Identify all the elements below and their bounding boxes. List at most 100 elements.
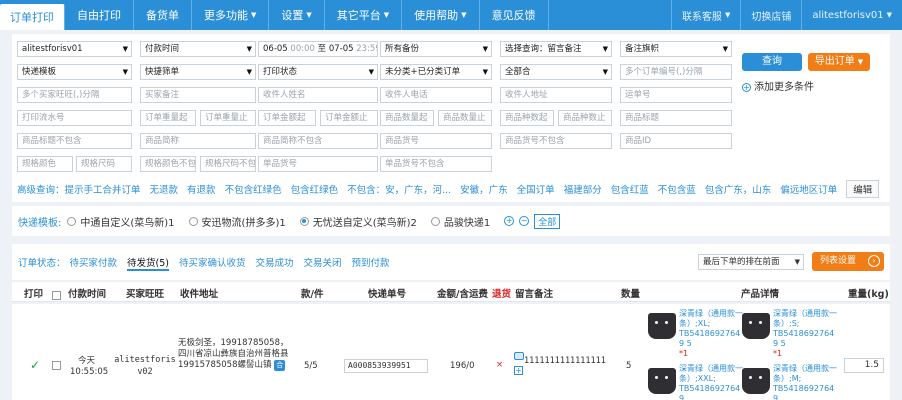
quick-filter-select[interactable]: 快捷筛单 ▼	[140, 64, 256, 80]
add-remark-icon[interactable]: +	[514, 366, 523, 376]
buyer-message: 1111111111111111	[524, 356, 606, 366]
quantity-to-input[interactable]: 商品数量止	[438, 110, 492, 126]
advanced-link[interactable]: 不包含蓝	[658, 182, 696, 196]
message-icon[interactable]	[514, 352, 524, 363]
advanced-link[interactable]: 包含红蓝	[611, 182, 649, 196]
express-option[interactable]: 中通自定义(菜鸟新)1	[67, 214, 175, 229]
row-checkbox[interactable]	[52, 361, 61, 373]
nav-more-functions[interactable]: 更多功能 ▼	[192, 0, 270, 30]
status-tab[interactable]: 交易关闭	[304, 255, 342, 271]
express-option[interactable]: 品骏快递1	[430, 214, 490, 229]
status-tab[interactable]: 交易成功	[256, 255, 294, 271]
add-more-conditions-link[interactable]: + 添加更多条件	[742, 78, 814, 93]
spec-size-exclude-input[interactable]: 规格尺码不包	[200, 156, 256, 172]
product-item[interactable]: 深青绿（通用款一条）;S; TB54186927649 5 *1	[742, 309, 838, 358]
product-code-input[interactable]: 商品货号	[380, 133, 492, 149]
product-code-exclude-input[interactable]: 商品货号不包含	[500, 133, 612, 149]
header-return: 退货	[492, 289, 512, 300]
spec-size-input[interactable]: 规格尺码	[76, 156, 132, 172]
spec-color-exclude-input[interactable]: 规格颜色不包	[140, 156, 196, 172]
sku-code-exclude-input[interactable]: 单品货号不包含	[380, 156, 492, 172]
nav-order-print[interactable]: 订单打印	[0, 4, 65, 30]
status-tab[interactable]: 待买家确认收货	[179, 255, 246, 271]
nav-account[interactable]: alitestforisv01 ▼	[801, 0, 902, 30]
nav-settings[interactable]: 设置 ▼	[269, 0, 325, 30]
advanced-link[interactable]: 福建部分	[564, 182, 602, 196]
product-id-input[interactable]: 商品ID	[620, 133, 732, 149]
tracking-number-input[interactable]: A000853939951	[344, 359, 428, 373]
status-tab[interactable]: 预到付款	[352, 255, 390, 271]
list-settings-button[interactable]: 列表设置 ›	[812, 252, 884, 271]
express-template-select[interactable]: 快递模板 ▼	[17, 64, 132, 80]
export-orders-button[interactable]: 导出订单 ▼	[808, 53, 870, 71]
buyer-remark-input[interactable]: 买家备注	[140, 87, 256, 103]
short-name-input[interactable]: 商品简称	[140, 133, 256, 149]
nav-switch-shop[interactable]: 切换店铺	[740, 0, 801, 30]
advanced-link[interactable]: 无退款	[150, 182, 179, 196]
weight-input[interactable]: 1.5	[844, 358, 884, 373]
chevron-down-icon: ▼	[722, 45, 728, 53]
amount-from-input[interactable]: 订单金额起	[258, 110, 316, 126]
recipient-phone-input[interactable]: 收件人电话	[380, 87, 492, 103]
remark-flag-select[interactable]: 备注旗帜 ▼	[620, 41, 732, 57]
nav-stock-list[interactable]: 备货单	[134, 0, 192, 30]
product-item[interactable]: 深青绿（通用款一条）;XL; TB54186927649 5 *1	[648, 309, 744, 358]
weight-to-input[interactable]: 订单重量止	[200, 110, 256, 126]
buyer-id-input[interactable]: 多个买家旺旺(,)分隔	[17, 87, 132, 103]
all-templates-button[interactable]: 全部	[534, 213, 561, 229]
table-row[interactable]: ✓ 今天 10:55:05 alitestforisv02 无极剑圣，19918…	[12, 304, 890, 400]
add-template-icon[interactable]: +	[504, 216, 515, 226]
header-address: 收件地址	[180, 289, 219, 300]
nav-free-print[interactable]: 自由打印	[65, 0, 134, 30]
date-range-input[interactable]: 06-05 00:00 至 07-05 23:59	[258, 41, 378, 57]
nav-help[interactable]: 使用帮助 ▼	[402, 0, 480, 30]
product-item[interactable]: 深青绿（通用款一条）;XXL; TB54186927649	[648, 364, 744, 400]
status-tab-active[interactable]: 待发货(5)	[127, 255, 169, 271]
kinds-to-input[interactable]: 商品种数止	[558, 110, 612, 126]
express-option-selected[interactable]: 无忧送自定义(菜鸟新)2	[299, 214, 417, 229]
print-status-select[interactable]: 打印状态 ▼	[258, 64, 378, 80]
nav-feedback[interactable]: 意见反馈	[480, 0, 549, 30]
title-exclude-input[interactable]: 商品标题不包含	[17, 133, 132, 149]
query-type-select[interactable]: 选择查询：留言备注 ▼	[500, 41, 612, 57]
recipient-address[interactable]: 无极剑圣，19918785058，四川省凉山彝族自治州普格县 199157850…	[178, 338, 290, 371]
advanced-link[interactable]: 包含红绿色	[291, 182, 339, 196]
time-type-select[interactable]: 付款时间 ▼	[140, 41, 256, 57]
weight-from-input[interactable]: 订单重量起	[140, 110, 196, 126]
amount-to-input[interactable]: 订单金额止	[320, 110, 378, 126]
quantity-from-input[interactable]: 商品数量起	[380, 110, 434, 126]
express-template-bar: 快递模板: 中通自定义(菜鸟新)1 安迅物流(拼多多)1 无忧送自定义(菜鸟新)…	[12, 206, 890, 236]
express-option[interactable]: 安迅物流(拼多多)1	[188, 214, 286, 229]
waybill-number-input[interactable]: 运单号	[620, 87, 732, 103]
advanced-link[interactable]: 安徽，广东	[460, 182, 508, 196]
print-serial-input[interactable]: 打印流水号	[17, 110, 132, 126]
search-button[interactable]: 查询	[742, 53, 802, 71]
advanced-link[interactable]: 全国订单	[517, 182, 555, 196]
nav-contact-support[interactable]: 联系客服 ▼	[670, 0, 740, 30]
order-number-input[interactable]: 多个订单编号(,)分隔	[620, 64, 732, 80]
short-name-exclude-input[interactable]: 商品简称不包含	[258, 133, 378, 149]
header-pay-time[interactable]: 付款时间	[68, 286, 106, 300]
product-title-input[interactable]: 商品标题	[620, 110, 732, 126]
recipient-address-input[interactable]: 收件人地址	[500, 87, 612, 103]
shop-select[interactable]: alitestforisv01 ▼	[17, 41, 132, 57]
remove-template-icon[interactable]: −	[519, 216, 530, 226]
product-item[interactable]: 深青绿（通用款一条）;M; TB54186927649	[742, 364, 838, 400]
advanced-link[interactable]: 不包含红绿色	[225, 182, 282, 196]
advanced-link[interactable]: 提示手工合并订单	[65, 182, 141, 196]
advanced-link[interactable]: 包含广东，山东	[705, 182, 772, 196]
sku-code-input[interactable]: 单品货号	[258, 156, 378, 172]
edit-advanced-button[interactable]: 编辑	[846, 180, 880, 198]
advanced-link[interactable]: 有退款	[187, 182, 216, 196]
nav-other-platforms[interactable]: 其它平台 ▼	[325, 0, 403, 30]
advanced-link[interactable]: 偏远地区订单	[780, 182, 837, 196]
spec-color-input[interactable]: 规格颜色	[17, 156, 73, 172]
sort-order-select[interactable]: 最后下单的排在前面 ▼	[698, 254, 804, 270]
region-select[interactable]: 全部合 ▼	[500, 64, 612, 80]
advanced-link[interactable]: 不包含：安，广东，河...	[347, 182, 451, 196]
kinds-from-input[interactable]: 商品种数起	[500, 110, 554, 126]
remark-filter-select[interactable]: 所有备份 ▼	[380, 41, 492, 57]
status-tab[interactable]: 待买家付款	[70, 255, 118, 271]
recipient-name-input[interactable]: 收件人姓名	[258, 87, 378, 103]
category-filter-select[interactable]: 未分类+已分类订单 ▼	[380, 64, 492, 80]
